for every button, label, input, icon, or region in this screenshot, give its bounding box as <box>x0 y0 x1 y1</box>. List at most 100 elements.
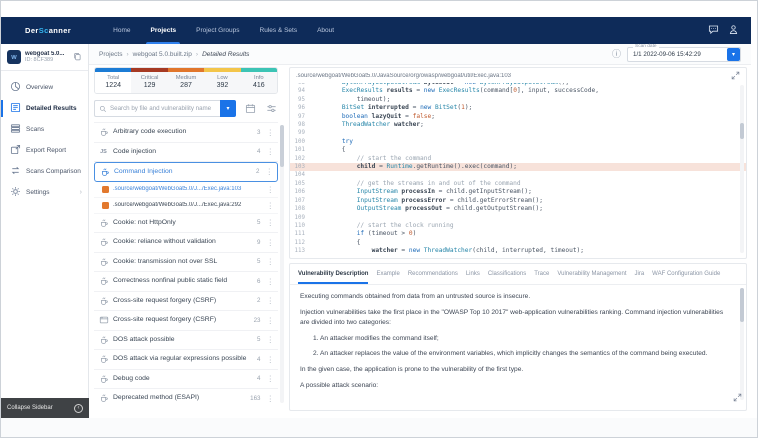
kebab-menu-icon[interactable]: ⋮ <box>264 167 276 176</box>
code-text: ExecResults results = new ExecResults(co… <box>312 87 599 95</box>
kebab-menu-icon[interactable]: ⋮ <box>265 185 277 194</box>
kebab-menu-icon[interactable]: ⋮ <box>265 394 277 403</box>
scan-date-select[interactable]: Scan date 1/1 2022-09-06 15:42:29 ▾ <box>627 47 741 62</box>
code-header: .source/webgoat/WebGoat5.0/JavaSource/or… <box>290 68 746 83</box>
user-icon[interactable] <box>728 22 739 40</box>
kebab-menu-icon[interactable]: ⋮ <box>265 147 277 156</box>
vulnerability-row[interactable]: Cookie: reliance without validation9⋮ <box>94 233 278 253</box>
kebab-menu-icon[interactable]: ⋮ <box>265 355 277 364</box>
vulnerability-file-row[interactable]: .source/webgoat/WebGoat5.0/J.../Exec.jav… <box>94 198 278 214</box>
severity-cell-medium[interactable]: Medium287 <box>168 72 204 93</box>
kebab-menu-icon[interactable]: ⋮ <box>265 316 277 325</box>
sidebar-item-detailed-results[interactable]: Detailed Results <box>1 98 88 119</box>
code-line: 101 { <box>290 146 746 154</box>
code-body[interactable]: 93 ByteArrayOutputStream bytesOut = new … <box>290 83 746 258</box>
scrollbar-thumb[interactable] <box>740 123 744 139</box>
vulnerability-row[interactable]: Cross-site request forgery (CSRF)2⋮ <box>94 292 278 312</box>
navbar-right <box>708 22 739 40</box>
kebab-menu-icon[interactable]: ⋮ <box>265 257 277 266</box>
code-text: if (timeout > 0) <box>312 230 416 238</box>
tab-vulnerability-management[interactable]: Vulnerability Management <box>557 264 626 284</box>
severity-cell-low[interactable]: Low392 <box>204 72 240 93</box>
chevron-down-icon[interactable]: ▾ <box>727 48 740 61</box>
code-scrollbar[interactable] <box>740 85 744 253</box>
tab-classifications[interactable]: Classifications <box>488 264 526 284</box>
code-text: InputStream processIn = child.getInputSt… <box>312 188 532 196</box>
vulnerability-row[interactable]: Arbitrary code execution3⋮ <box>94 123 278 143</box>
breadcrumb-separator: › <box>126 51 128 58</box>
description-scrollbar[interactable] <box>740 288 744 400</box>
nav-item-rules-sets[interactable]: Rules & Sets <box>250 17 308 44</box>
scrollbar-thumb[interactable] <box>740 288 744 322</box>
scrollbar-thumb[interactable] <box>280 125 284 167</box>
list-scrollbar[interactable] <box>280 125 284 403</box>
vulnerability-row[interactable]: Command Injection2⋮ <box>94 162 278 182</box>
nav-item-home[interactable]: Home <box>103 17 140 44</box>
severity-cell-info[interactable]: Info416 <box>241 72 277 93</box>
kebab-menu-icon[interactable]: ⋮ <box>265 238 277 247</box>
kebab-menu-icon[interactable]: ⋮ <box>265 277 277 286</box>
calendar-icon[interactable] <box>243 102 257 116</box>
expand-icon[interactable] <box>731 67 740 85</box>
chat-icon[interactable] <box>708 22 719 40</box>
search-dropdown-button[interactable]: ▾ <box>220 100 236 117</box>
nav-item-project-groups[interactable]: Project Groups <box>186 17 249 44</box>
expand-icon[interactable] <box>733 389 742 407</box>
sidebar-item-settings[interactable]: Settings› <box>1 182 88 203</box>
vulnerability-label: Cookie: transmission not over SSL <box>113 258 253 266</box>
sidebar-item-scans-comparison[interactable]: Scans Comparison <box>1 161 88 182</box>
vulnerability-file-row[interactable]: .source/webgoat/WebGoat5.0/J.../Exec.jav… <box>94 182 278 198</box>
tab-jira[interactable]: Jira <box>635 264 645 284</box>
breadcrumb-item[interactable]: Detailed Results <box>202 51 249 58</box>
code-line: 98 ThreadWatcher watcher; <box>290 121 746 129</box>
project-card[interactable]: w webgoat 5.0... ID: 8CF389 <box>1 44 88 71</box>
tab-recommendations[interactable]: Recommendations <box>408 264 458 284</box>
kebab-menu-icon[interactable]: ⋮ <box>265 201 277 210</box>
vulnerability-row[interactable]: Correctness nonfinal public static field… <box>94 272 278 292</box>
tab-links[interactable]: Links <box>466 264 480 284</box>
sidebar-item-scans[interactable]: Scans <box>1 119 88 140</box>
collapse-sidebar-button[interactable]: Collapse Sidebar ‹ <box>1 398 89 418</box>
kebab-menu-icon[interactable]: ⋮ <box>265 218 277 227</box>
severity-label: Low <box>204 75 240 81</box>
breadcrumb-item[interactable]: webgoat 5.0.built.zip <box>133 51 192 58</box>
line-number: 108 <box>290 205 312 213</box>
tab-trace[interactable]: Trace <box>534 264 549 284</box>
vulnerability-row[interactable]: DOS attack via regular expressions possi… <box>94 350 278 370</box>
severity-cell-total[interactable]: Total1224 <box>95 72 131 93</box>
search-input[interactable] <box>110 105 216 112</box>
code-text: BitSet interrupted = new BitSet(1); <box>312 104 472 112</box>
vulnerability-row[interactable]: Debug code4⋮ <box>94 370 278 390</box>
line-number: 101 <box>290 146 312 154</box>
sidebar-item-overview[interactable]: Overview <box>1 77 88 98</box>
nav-item-about[interactable]: About <box>307 17 344 44</box>
vulnerability-row[interactable]: DOS attack possible5⋮ <box>94 331 278 351</box>
breadcrumb-item[interactable]: Projects <box>99 51 122 58</box>
vulnerability-row[interactable]: Cross-site request forgery (CSRF)23⋮ <box>94 311 278 331</box>
tab-vulnerability-description[interactable]: Vulnerability Description <box>298 264 368 284</box>
kebab-menu-icon[interactable]: ⋮ <box>265 335 277 344</box>
kebab-menu-icon[interactable]: ⋮ <box>265 128 277 137</box>
info-icon[interactable]: ⓘ <box>612 50 621 59</box>
severity-value: 1224 <box>95 82 131 89</box>
app-logo[interactable]: DerScanner <box>25 26 71 35</box>
line-number: 106 <box>290 188 312 196</box>
tab-waf-configuration-guide[interactable]: WAF Configuration Guide <box>652 264 720 284</box>
kebab-menu-icon[interactable]: ⋮ <box>265 296 277 305</box>
vulnerability-row[interactable]: Cookie: not HttpOnly5⋮ <box>94 214 278 234</box>
vulnerability-row[interactable]: JSCode injection4⋮ <box>94 143 278 163</box>
vulnerability-row[interactable]: Deprecated method (ESAPI)163⋮ <box>94 389 278 404</box>
severity-cell-critical[interactable]: Critical129 <box>131 72 167 93</box>
nav-item-projects[interactable]: Projects <box>140 17 186 44</box>
sidebar-item-export-report[interactable]: Export Report <box>1 140 88 161</box>
vulnerability-row[interactable]: Cookie: transmission not over SSL5⋮ <box>94 253 278 273</box>
filter-sliders-icon[interactable] <box>264 102 278 116</box>
vulnerability-label: Deprecated method (ESAPI) <box>113 394 246 402</box>
line-number: 103 <box>290 163 312 171</box>
kebab-menu-icon[interactable]: ⋮ <box>265 374 277 383</box>
copy-icon[interactable] <box>73 48 82 66</box>
tab-example[interactable]: Example <box>376 264 399 284</box>
code-line: 100 try <box>290 138 746 146</box>
code-line: 96 BitSet interrupted = new BitSet(1); <box>290 104 746 112</box>
code-line: 104 <box>290 171 746 179</box>
